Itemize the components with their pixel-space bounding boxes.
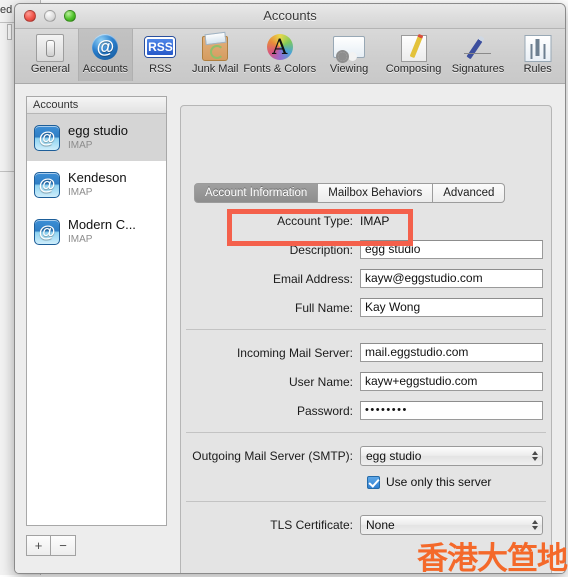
account-protocol: IMAP [68, 140, 128, 151]
tls-certificate-row: TLS Certificate: None [180, 512, 552, 537]
account-mail-icon [34, 125, 60, 151]
full-name-row: Full Name: Kay Wong [180, 295, 552, 320]
tab-advanced[interactable]: Advanced [433, 183, 505, 203]
account-mail-icon [34, 219, 60, 245]
toolbar-label-viewing: Viewing [330, 63, 368, 75]
desktop-background: ed Accounts General Accounts [0, 0, 568, 575]
at-sign-icon [88, 32, 122, 62]
background-window-field [7, 24, 12, 40]
viewing-icon [332, 32, 366, 62]
description-input[interactable]: egg studio [360, 240, 543, 259]
incoming-mail-server-label: Incoming Mail Server: [180, 346, 360, 360]
toolbar-label-fonts-colors: Fonts & Colors [243, 63, 316, 75]
account-mail-icon [34, 172, 60, 198]
stepper-arrows-icon [532, 520, 538, 530]
incoming-mail-server-input[interactable]: mail.eggstudio.com [360, 343, 543, 362]
tls-certificate-value: None [366, 518, 395, 532]
full-name-label: Full Name: [180, 301, 360, 315]
toolbar-item-accounts[interactable]: Accounts [78, 29, 133, 81]
account-protocol: IMAP [68, 234, 136, 245]
outgoing-mail-server-value: egg studio [366, 449, 421, 463]
form-divider-3 [186, 501, 546, 502]
junk-mail-icon [198, 32, 232, 62]
toolbar-label-accounts: Accounts [83, 63, 128, 75]
toolbar-item-composing[interactable]: Composing [381, 29, 445, 81]
general-icon [33, 32, 67, 62]
email-address-input[interactable]: kayw@eggstudio.com [360, 269, 543, 288]
remove-account-button[interactable]: − [51, 535, 76, 556]
toolbar-label-signatures: Signatures [452, 63, 505, 75]
add-account-button[interactable]: + [26, 535, 51, 556]
toolbar-label-rss: RSS [149, 63, 172, 75]
use-only-this-server-label: Use only this server [386, 475, 491, 489]
form-divider-2 [186, 432, 546, 433]
form-divider-1 [186, 329, 546, 330]
incoming-mail-server-row: Incoming Mail Server: mail.eggstudio.com [180, 340, 552, 365]
window-title: Accounts [15, 8, 565, 23]
background-window-text: ed [0, 4, 12, 16]
toolbar-item-rules[interactable]: Rules [510, 29, 565, 81]
signatures-icon [461, 32, 495, 62]
tls-certificate-select[interactable]: None [360, 515, 543, 535]
accounts-sidebar: Accounts egg studio IMAP Kendeson IMAP [26, 96, 167, 526]
toolbar-item-rss[interactable]: RSS RSS [133, 29, 188, 81]
toolbar-label-general: General [31, 63, 70, 75]
user-name-label: User Name: [180, 375, 360, 389]
use-only-this-server-row[interactable]: Use only this server [367, 472, 552, 492]
toolbar-label-composing: Composing [386, 63, 442, 75]
description-row: Description: egg studio [180, 237, 552, 262]
account-list-controls: + − [26, 535, 76, 556]
email-address-row: Email Address: kayw@eggstudio.com [180, 266, 552, 291]
outgoing-mail-server-row: Outgoing Mail Server (SMTP): egg studio [180, 443, 552, 468]
sidebar-item-kendeson[interactable]: Kendeson IMAP [27, 161, 166, 208]
password-label: Password: [180, 404, 360, 418]
toolbar-label-junk-mail: Junk Mail [192, 63, 238, 75]
stepper-arrows-icon [532, 451, 538, 461]
email-address-label: Email Address: [180, 272, 360, 286]
password-row: Password: •••••••• [180, 398, 552, 423]
outgoing-mail-server-select[interactable]: egg studio [360, 446, 543, 466]
composing-icon [397, 32, 431, 62]
window-titlebar[interactable]: Accounts [15, 4, 565, 29]
rss-icon: RSS [143, 32, 177, 62]
toolbar-item-signatures[interactable]: Signatures [446, 29, 510, 81]
account-type-value: IMAP [360, 214, 389, 228]
account-information-form: Account Type: IMAP Description: egg stud… [180, 208, 552, 541]
watermark-text: 香港大笪地 [417, 544, 567, 575]
account-name: Modern C... [68, 218, 136, 233]
sidebar-item-egg-studio[interactable]: egg studio IMAP [27, 114, 166, 161]
sidebar-item-modern-c[interactable]: Modern C... IMAP [27, 208, 166, 255]
tab-mailbox-behaviors[interactable]: Mailbox Behaviors [318, 183, 433, 203]
account-name: egg studio [68, 124, 128, 139]
account-name: Kendeson [68, 171, 127, 186]
toolbar-item-junk-mail[interactable]: Junk Mail [188, 29, 243, 81]
tls-certificate-label: TLS Certificate: [180, 518, 360, 532]
user-name-row: User Name: kayw+eggstudio.com [180, 369, 552, 394]
accounts-sidebar-header: Accounts [27, 97, 166, 114]
tab-account-information[interactable]: Account Information [194, 183, 318, 203]
rules-icon [521, 32, 555, 62]
full-name-input[interactable]: Kay Wong [360, 298, 543, 317]
account-type-row: Account Type: IMAP [180, 208, 552, 233]
account-tab-bar: Account Information Mailbox Behaviors Ad… [194, 183, 505, 203]
preferences-toolbar: General Accounts RSS RSS Junk Mail Fonts… [15, 29, 565, 84]
description-label: Description: [180, 243, 360, 257]
fonts-colors-icon [263, 32, 297, 62]
account-type-label: Account Type: [180, 214, 360, 228]
account-protocol: IMAP [68, 187, 127, 198]
password-input[interactable]: •••••••• [360, 401, 543, 420]
accounts-preferences-window: Accounts General Accounts RSS RSS Junk M… [14, 3, 566, 574]
toolbar-label-rules: Rules [524, 63, 552, 75]
preferences-content: Accounts egg studio IMAP Kendeson IMAP [15, 84, 565, 574]
toolbar-item-general[interactable]: General [23, 29, 78, 81]
toolbar-item-viewing[interactable]: Viewing [317, 29, 381, 81]
outgoing-mail-server-label: Outgoing Mail Server (SMTP): [180, 449, 360, 463]
user-name-input[interactable]: kayw+eggstudio.com [360, 372, 543, 391]
use-only-this-server-checkbox[interactable] [367, 476, 380, 489]
toolbar-item-fonts-colors[interactable]: Fonts & Colors [243, 29, 317, 81]
